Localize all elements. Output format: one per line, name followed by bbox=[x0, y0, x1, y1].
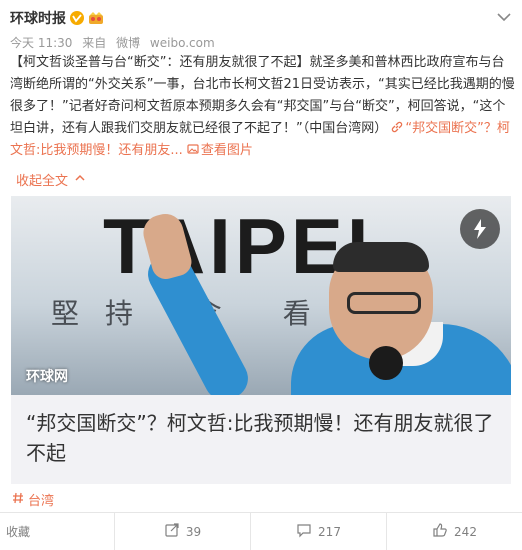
like-count: 242 bbox=[454, 524, 477, 539]
post-source-domain[interactable]: weibo.com bbox=[150, 36, 215, 50]
hashtag-icon bbox=[12, 492, 24, 508]
favorite-button[interactable]: 收藏 bbox=[0, 513, 114, 550]
link-icon bbox=[391, 119, 403, 133]
thumbs-up-icon bbox=[432, 522, 448, 541]
article-card-title[interactable]: “邦交国断交”？柯文哲:比我预期慢！还有朋友就很了不起 bbox=[26, 408, 501, 468]
collapse-button[interactable]: 收起全文 bbox=[16, 170, 86, 189]
chevron-down-icon[interactable] bbox=[496, 8, 512, 22]
comment-icon bbox=[296, 522, 312, 541]
person-glasses bbox=[347, 292, 421, 314]
collapse-label: 收起全文 bbox=[16, 174, 69, 189]
view-image-label: 查看图片 bbox=[200, 143, 253, 158]
like-button[interactable]: 242 bbox=[386, 513, 522, 550]
image-icon bbox=[187, 141, 199, 154]
flash-icon[interactable] bbox=[460, 209, 500, 249]
image-watermark: 环球网 bbox=[26, 369, 68, 385]
repost-count: 39 bbox=[185, 524, 202, 539]
person-hair bbox=[333, 242, 429, 272]
repost-icon bbox=[164, 522, 180, 541]
article-image[interactable]: TAIPEI 堅持 念 看 环球网 bbox=[11, 196, 511, 395]
post-header: 环球时报 今天 11:30 来自 微博 weibo.com bbox=[0, 0, 522, 52]
action-bar: 收藏 39 217 242 bbox=[0, 513, 522, 550]
author-row: 环球时报 bbox=[10, 8, 104, 28]
post-time[interactable]: 今天 11:30 bbox=[10, 36, 72, 50]
post-body: 【柯文哲谈圣普与台“断交”：还有朋友就很了不起】就圣多美和普林西比政府宣布与台湾… bbox=[10, 52, 515, 162]
crown-icon bbox=[88, 11, 104, 25]
article-card[interactable]: TAIPEI 堅持 念 看 环球网 “邦交国断交”？柯文哲:比我预期慢！还有朋友… bbox=[11, 196, 511, 484]
microphone bbox=[369, 346, 403, 380]
verified-badge-icon bbox=[70, 11, 84, 25]
post-source-weibo[interactable]: 微博 bbox=[116, 36, 140, 50]
favorite-label: 收藏 bbox=[6, 525, 31, 539]
topic-tag[interactable]: 台湾 bbox=[12, 490, 54, 509]
view-image-link[interactable]: 查看图片 bbox=[187, 143, 253, 158]
topic-label: 台湾 bbox=[28, 494, 55, 509]
post-meta: 今天 11:30 来自 微博 weibo.com bbox=[10, 34, 221, 51]
chevron-up-icon bbox=[74, 172, 86, 187]
repost-button[interactable]: 39 bbox=[114, 513, 250, 550]
comment-count: 217 bbox=[318, 524, 341, 539]
author-name[interactable]: 环球时报 bbox=[10, 8, 66, 28]
post-source-prefix: 来自 bbox=[82, 36, 107, 50]
comment-button[interactable]: 217 bbox=[250, 513, 386, 550]
